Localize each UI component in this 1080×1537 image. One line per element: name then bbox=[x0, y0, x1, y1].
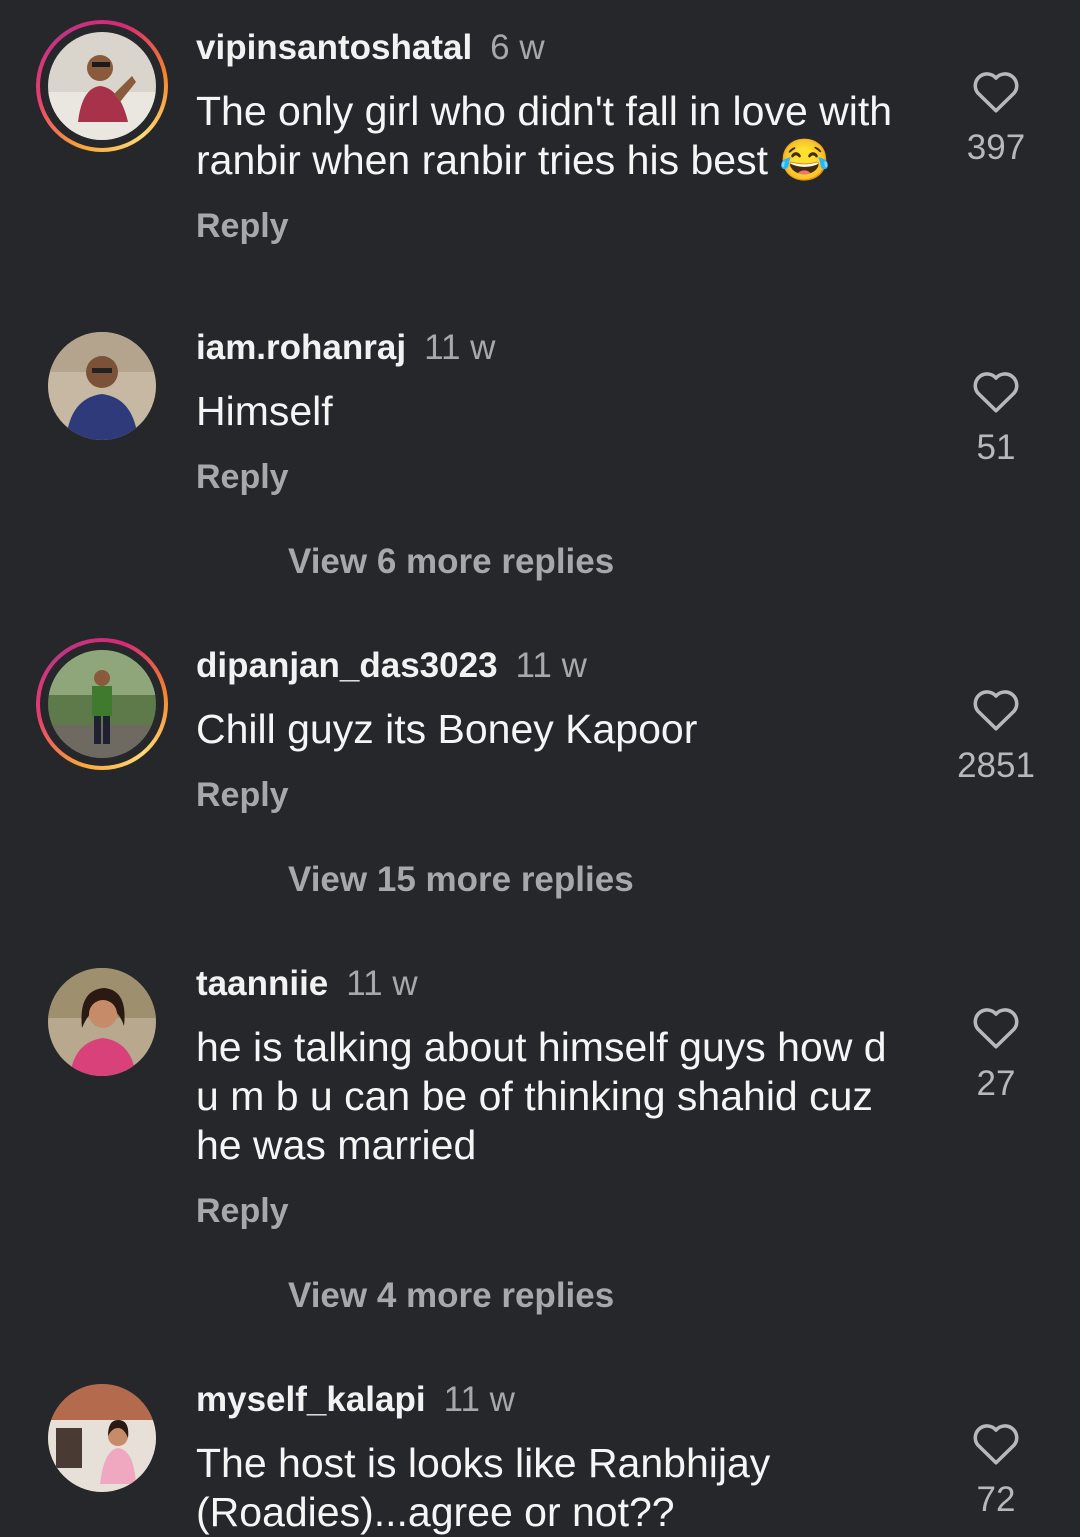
like-count: 27 bbox=[976, 1064, 1016, 1103]
comment-text: Chill guyz its Boney Kapoor bbox=[196, 706, 698, 752]
comment-header: taanniie 11 w bbox=[196, 964, 418, 1004]
like-count: 2851 bbox=[957, 746, 1035, 785]
avatar-story-ring[interactable] bbox=[36, 20, 168, 152]
comment-text: The host is looks like Ranbhijay (Roadie… bbox=[196, 1440, 771, 1535]
timestamp: 6 w bbox=[490, 28, 545, 67]
reply-button[interactable]: Reply bbox=[196, 206, 289, 246]
heart-outline-icon[interactable] bbox=[971, 1004, 1021, 1050]
avatar bbox=[48, 32, 156, 140]
avatar-story-ring[interactable] bbox=[36, 638, 168, 770]
comment-text: he is talking about himself guys how d u… bbox=[196, 1024, 887, 1168]
like-count: 397 bbox=[966, 128, 1026, 167]
username[interactable]: iam.rohanraj bbox=[196, 328, 406, 367]
heart-outline-icon[interactable] bbox=[971, 686, 1021, 732]
like-count: 51 bbox=[976, 428, 1016, 467]
timestamp: 11 w bbox=[443, 1380, 515, 1419]
username[interactable]: myself_kalapi bbox=[196, 1380, 426, 1419]
timestamp: 11 w bbox=[424, 328, 496, 367]
like-group: 27 bbox=[940, 1004, 1052, 1104]
heart-outline-icon[interactable] bbox=[971, 68, 1021, 114]
avatar bbox=[48, 650, 156, 758]
heart-outline-icon[interactable] bbox=[971, 368, 1021, 414]
view-more-replies-button[interactable]: View 6 more replies bbox=[288, 542, 614, 582]
comment-header: myself_kalapi 11 w bbox=[196, 1380, 515, 1420]
like-group: 2851 bbox=[940, 686, 1052, 786]
heart-outline-icon[interactable] bbox=[971, 1420, 1021, 1466]
comment-text: Himself bbox=[196, 388, 333, 434]
comment-header: iam.rohanraj 11 w bbox=[196, 328, 495, 368]
timestamp: 11 w bbox=[346, 964, 418, 1003]
comment-text: The only girl who didn't fall in love wi… bbox=[196, 88, 893, 183]
avatar[interactable] bbox=[48, 968, 156, 1076]
comment-header: vipinsantoshatal 6 w bbox=[196, 28, 545, 68]
like-count: 72 bbox=[976, 1480, 1016, 1519]
like-group: 51 bbox=[940, 368, 1052, 468]
avatar[interactable] bbox=[48, 1384, 156, 1492]
reply-button[interactable]: Reply bbox=[196, 1191, 289, 1231]
avatar[interactable] bbox=[48, 332, 156, 440]
timestamp: 11 w bbox=[515, 646, 587, 685]
username[interactable]: taanniie bbox=[196, 964, 328, 1003]
view-more-replies-button[interactable]: View 15 more replies bbox=[288, 860, 634, 900]
like-group: 397 bbox=[940, 68, 1052, 168]
reply-button[interactable]: Reply bbox=[196, 775, 289, 815]
username[interactable]: dipanjan_das3023 bbox=[196, 646, 498, 685]
comment-header: dipanjan_das3023 11 w bbox=[196, 646, 587, 686]
view-more-replies-button[interactable]: View 4 more replies bbox=[288, 1276, 614, 1316]
username[interactable]: vipinsantoshatal bbox=[196, 28, 472, 67]
like-group: 72 bbox=[940, 1420, 1052, 1520]
reply-button[interactable]: Reply bbox=[196, 457, 289, 497]
